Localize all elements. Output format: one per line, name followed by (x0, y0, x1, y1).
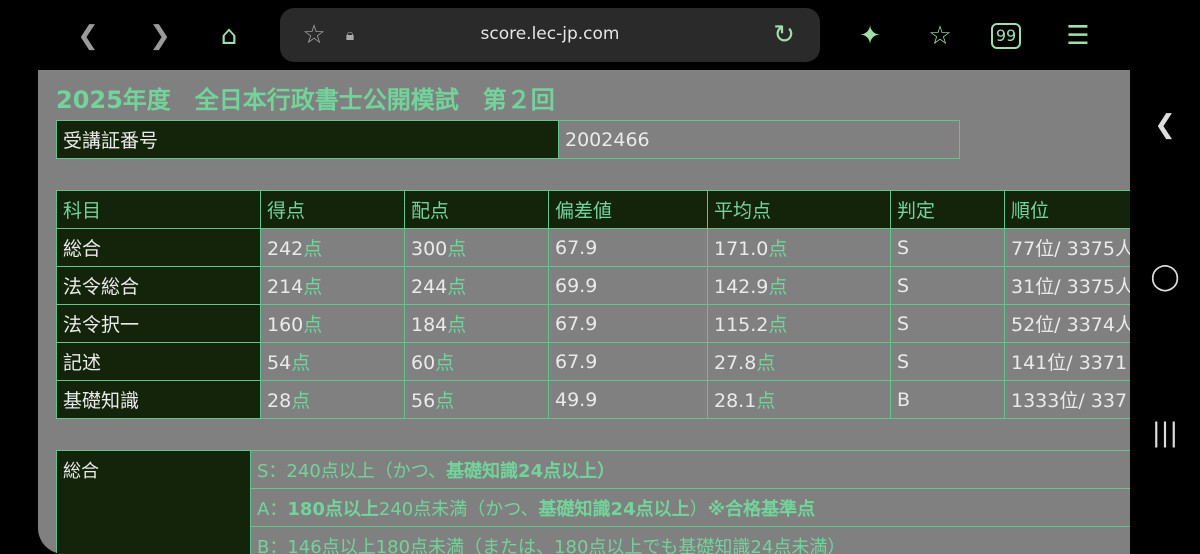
subject-cell: 法令総合 (56, 266, 261, 305)
subject-cell: 記述 (56, 342, 261, 381)
unit: 点 (303, 276, 323, 298)
deviation-cell: 67.9 (548, 228, 708, 267)
deviation-cell: 67.9 (548, 342, 708, 381)
average-cell: 28.1点 (707, 380, 891, 419)
table-row: 基礎知識 28点 56点 49.9 28.1点 B 1333位/ 337 (56, 380, 1130, 419)
unit: 点 (447, 238, 467, 260)
unit: 点 (768, 314, 788, 336)
sparkle-icon[interactable]: ✦ (852, 18, 888, 54)
subject-cell: 基礎知識 (56, 380, 261, 419)
table-row: 記述 54点 60点 67.9 27.8点 S 141位/ 3371 (56, 342, 1130, 381)
max-cell: 300点 (404, 228, 549, 267)
back-nav-icon[interactable]: ❮ (1130, 110, 1200, 140)
max-cell: 56点 (404, 380, 549, 419)
unit: 点 (756, 352, 776, 374)
system-nav-bar: ❮ ◯ ||| (1130, 70, 1200, 554)
tabs-icon[interactable]: 99 (991, 23, 1021, 49)
criteria-b: B：146点以上180点未満（または、180点以上でも基礎知識24点未満） (250, 526, 1130, 554)
grade-cell: S (890, 266, 1005, 305)
page-title: 2025年度 全日本行政書士公開模試 第２回 (56, 86, 555, 114)
col-header: 判定 (890, 190, 1005, 229)
rank-cell: 141位/ 3371 (1004, 342, 1130, 381)
address-bar[interactable]: ☆ 🔒︎ score.lec-jp.com ↻ (280, 8, 820, 62)
unit: 点 (768, 238, 788, 260)
grade-cell: B (890, 380, 1005, 419)
forward-icon[interactable]: ❯ (142, 18, 178, 54)
recents-nav-icon[interactable]: ||| (1130, 418, 1200, 448)
max-cell: 60点 (404, 342, 549, 381)
student-id-table: 受講証番号 2002466 (56, 120, 960, 159)
rank-cell: 52位/ 3374人 (1004, 304, 1130, 343)
student-id-label: 受講証番号 (56, 120, 559, 159)
web-page: 2025年度 全日本行政書士公開模試 第２回 受講証番号 2002466 科目 … (38, 70, 1130, 554)
score-cell: 242点 (260, 228, 405, 267)
unit: 点 (447, 314, 467, 336)
unit: 点 (435, 390, 455, 412)
deviation-cell: 69.9 (548, 266, 708, 305)
student-id-value: 2002466 (558, 120, 960, 159)
average-cell: 115.2点 (707, 304, 891, 343)
subject-cell: 法令択一 (56, 304, 261, 343)
home-icon[interactable]: ⌂ (211, 18, 247, 54)
average-cell: 142.9点 (707, 266, 891, 305)
max-cell: 244点 (404, 266, 549, 305)
table-row: 総合 242点 300点 67.9 171.0点 S 77位/ 3375人 (56, 228, 1130, 267)
unit: 点 (447, 276, 467, 298)
score-cell: 160点 (260, 304, 405, 343)
unit: 点 (303, 238, 323, 260)
col-header: 配点 (404, 190, 549, 229)
rank-cell: 1333位/ 337 (1004, 380, 1130, 419)
score-table-header: 科目 得点 配点 偏差値 平均点 判定 順位 (56, 190, 1130, 229)
unit: 点 (768, 276, 788, 298)
menu-icon[interactable]: ☰ (1060, 18, 1096, 54)
grade-cell: S (890, 304, 1005, 343)
bookmarks-icon[interactable]: ☆ (922, 18, 958, 54)
unit: 点 (303, 314, 323, 336)
home-nav-icon[interactable]: ◯ (1130, 262, 1200, 292)
score-cell: 214点 (260, 266, 405, 305)
grade-cell: S (890, 342, 1005, 381)
score-cell: 54点 (260, 342, 405, 381)
unit: 点 (291, 390, 311, 412)
browser-toolbar: ❮ ❯ ⌂ ☆ 🔒︎ score.lec-jp.com ↻ ✦ ☆ 99 ☰ (0, 0, 1200, 70)
deviation-cell: 67.9 (548, 304, 708, 343)
score-table: 科目 得点 配点 偏差値 平均点 判定 順位 総合 242点 300点 67.9 171… (56, 190, 1130, 419)
back-icon[interactable]: ❮ (70, 18, 106, 54)
col-header: 科目 (56, 190, 261, 229)
url-text: score.lec-jp.com (480, 24, 620, 44)
average-cell: 171.0点 (707, 228, 891, 267)
criteria-a: A：180点以上240点未満（かつ、基礎知識24点以上）※合格基準点 (250, 488, 1130, 527)
grade-criteria-table: 総合 S：240点以上（かつ、基礎知識24点以上） A：180点以上240点未満… (56, 450, 1130, 554)
score-cell: 28点 (260, 380, 405, 419)
unit: 点 (756, 390, 776, 412)
col-header: 得点 (260, 190, 405, 229)
max-cell: 184点 (404, 304, 549, 343)
table-row: 法令総合 214点 244点 69.9 142.9点 S 31位/ 3375人 (56, 266, 1130, 305)
unit: 点 (291, 352, 311, 374)
criteria-label: 総合 (56, 450, 251, 554)
average-cell: 27.8点 (707, 342, 891, 381)
reload-icon[interactable]: ↻ (766, 17, 802, 53)
grade-cell: S (890, 228, 1005, 267)
table-row: 法令択一 160点 184点 67.9 115.2点 S 52位/ 3374人 (56, 304, 1130, 343)
col-header: 偏差値 (548, 190, 708, 229)
rank-cell: 77位/ 3375人 (1004, 228, 1130, 267)
subject-cell: 総合 (56, 228, 261, 267)
criteria-s: S：240点以上（かつ、基礎知識24点以上） (250, 450, 1130, 489)
col-header: 順位 (1004, 190, 1130, 229)
rank-cell: 31位/ 3375人 (1004, 266, 1130, 305)
col-header: 平均点 (707, 190, 891, 229)
deviation-cell: 49.9 (548, 380, 708, 419)
unit: 点 (435, 352, 455, 374)
